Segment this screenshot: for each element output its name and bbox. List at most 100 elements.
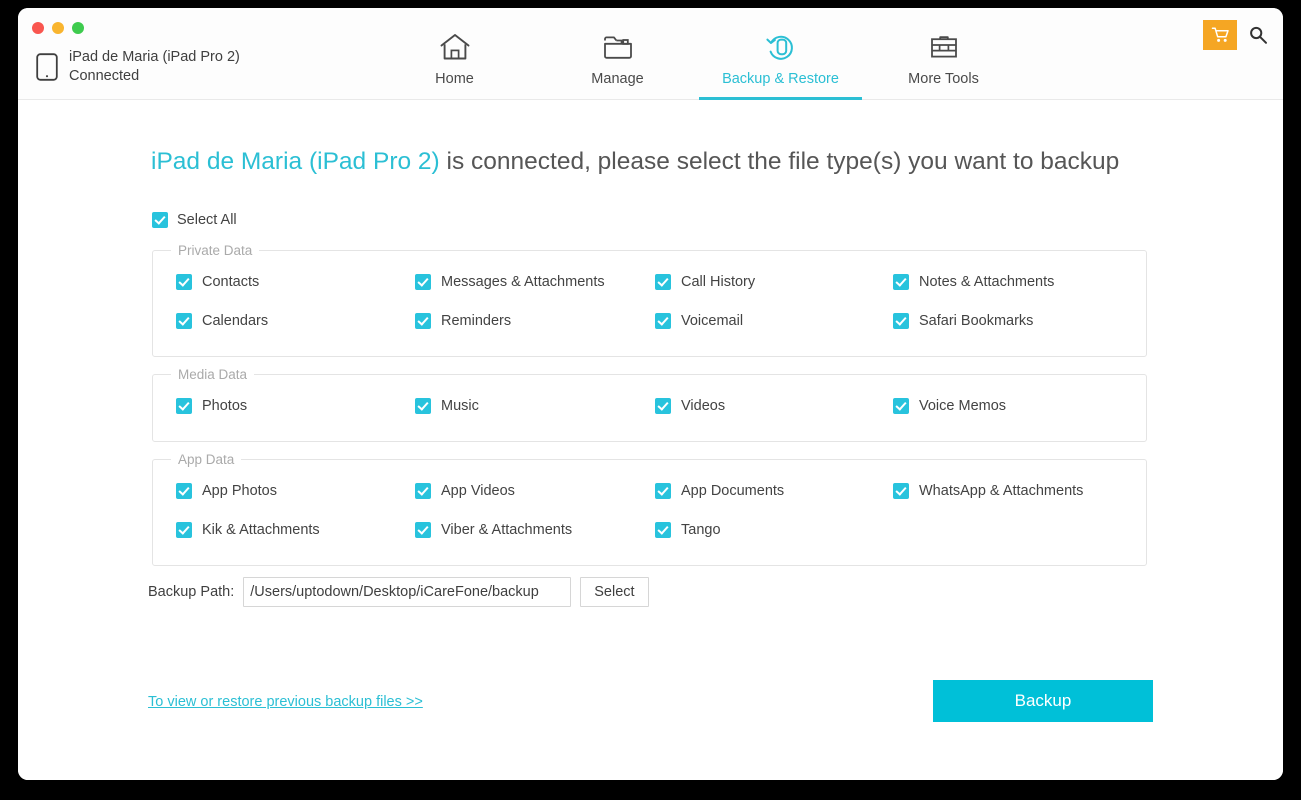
checkbox-item-voice-memos[interactable]: Voice Memos	[893, 386, 1006, 425]
checkbox-item-app-photos[interactable]: App Photos	[176, 471, 277, 510]
tab-more-tools[interactable]: More Tools	[862, 8, 1025, 100]
checkbox-photos[interactable]	[176, 397, 192, 414]
checkbox-label: Calendars	[202, 312, 269, 329]
checkbox-label: Contacts	[202, 273, 260, 290]
checkbox-label: Photos	[202, 397, 248, 414]
search-icon	[1250, 26, 1267, 44]
page-title-rest: is connected, please select the file typ…	[439, 148, 1120, 175]
close-window-button[interactable]	[32, 22, 44, 34]
checkbox-item-music[interactable]: Music	[415, 386, 479, 425]
checkbox-reminders[interactable]	[415, 312, 431, 329]
checkbox-whatsapp[interactable]	[893, 482, 909, 499]
tab-home-label: Home	[435, 71, 474, 87]
checkbox-row: Calendars Reminders Voicemail Safari Boo…	[153, 301, 1146, 340]
checkbox-label: Messages & Attachments	[441, 273, 605, 290]
checkbox-label: Safari Bookmarks	[919, 312, 1034, 329]
checkbox-calendars[interactable]	[176, 312, 192, 329]
checkbox-item-contacts[interactable]: Contacts	[176, 262, 259, 301]
checkbox-row: Photos Music Videos Voice Memos	[153, 386, 1146, 425]
select-all-checkbox[interactable]	[152, 212, 168, 228]
group-media-data-legend: Media Data	[178, 367, 248, 382]
shopping-cart-icon	[1211, 27, 1229, 42]
checkbox-messages[interactable]	[415, 273, 431, 290]
checkbox-app-videos[interactable]	[415, 482, 431, 499]
checkbox-item-tango[interactable]: Tango	[655, 510, 721, 549]
checkbox-item-photos[interactable]: Photos	[176, 386, 247, 425]
tab-backup-restore-label: Backup & Restore	[722, 71, 839, 87]
checkbox-label: Tango	[681, 521, 721, 538]
checkbox-videos[interactable]	[655, 397, 671, 414]
checkbox-item-reminders[interactable]: Reminders	[415, 301, 511, 340]
checkbox-viber[interactable]	[415, 521, 431, 538]
view-restore-previous-backups-link[interactable]: To view or restore previous backup files…	[148, 694, 423, 710]
checkbox-tango[interactable]	[655, 521, 671, 538]
backup-button[interactable]: Backup	[933, 680, 1153, 722]
checkbox-label: Kik & Attachments	[202, 521, 320, 538]
checkbox-kik[interactable]	[176, 521, 192, 538]
checkbox-item-app-videos[interactable]: App Videos	[415, 471, 515, 510]
checkbox-item-notes[interactable]: Notes & Attachments	[893, 262, 1054, 301]
checkbox-label: App Videos	[441, 482, 515, 499]
checkbox-call-history[interactable]	[655, 273, 671, 290]
backup-path-label: Backup Path:	[148, 584, 235, 600]
checkbox-row: Contacts Messages & Attachments Call His…	[153, 262, 1146, 301]
checkbox-app-photos[interactable]	[176, 482, 192, 499]
shopping-cart-button[interactable]	[1203, 20, 1237, 50]
group-app-data-legend: App Data	[178, 452, 235, 467]
backup-path-row: Backup Path: Select	[148, 577, 649, 607]
checkbox-label: Voice Memos	[919, 397, 1007, 414]
device-name: iPad de Maria (iPad Pro 2)	[69, 49, 240, 65]
checkbox-label: Voicemail	[681, 312, 744, 329]
device-info: iPad de Maria (iPad Pro 2) Connected	[36, 48, 240, 86]
checkbox-item-app-documents[interactable]: App Documents	[655, 471, 784, 510]
checkbox-item-whatsapp[interactable]: WhatsApp & Attachments	[893, 471, 1083, 510]
checkbox-label: Music	[441, 397, 479, 414]
checkbox-item-call-history[interactable]: Call History	[655, 262, 755, 301]
checkbox-label: Call History	[681, 273, 756, 290]
maximize-window-button[interactable]	[72, 22, 84, 34]
page-title: iPad de Maria (iPad Pro 2) is connected,…	[151, 148, 1119, 176]
minimize-window-button[interactable]	[52, 22, 64, 34]
checkbox-item-kik[interactable]: Kik & Attachments	[176, 510, 320, 549]
checkbox-item-messages[interactable]: Messages & Attachments	[415, 262, 605, 301]
app-window: iPad de Maria (iPad Pro 2) Connected Hom…	[18, 8, 1283, 780]
checkbox-app-documents[interactable]	[655, 482, 671, 499]
search-button[interactable]	[1245, 21, 1271, 49]
select-path-button[interactable]: Select	[580, 577, 649, 607]
checkbox-label: Notes & Attachments	[919, 273, 1055, 290]
tab-home[interactable]: Home	[373, 8, 536, 100]
checkbox-voicemail[interactable]	[655, 312, 671, 329]
tab-more-tools-label: More Tools	[908, 71, 979, 87]
checkbox-row: App Photos App Videos App Documents What…	[153, 471, 1146, 510]
tab-manage-label: Manage	[591, 71, 644, 87]
folder-icon	[601, 30, 635, 64]
checkbox-music[interactable]	[415, 397, 431, 414]
checkbox-item-videos[interactable]: Videos	[655, 386, 725, 425]
checkbox-item-safari-bookmarks[interactable]: Safari Bookmarks	[893, 301, 1033, 340]
backup-path-input[interactable]	[243, 577, 572, 607]
ipad-icon	[36, 53, 58, 81]
checkbox-label: Videos	[681, 397, 726, 414]
group-media-data: Media Data Photos Music Videos Voice Mem…	[152, 367, 1147, 442]
checkbox-item-viber[interactable]: Viber & Attachments	[415, 510, 572, 549]
tab-backup-restore[interactable]: Backup & Restore	[699, 8, 862, 100]
checkbox-label: Reminders	[441, 312, 512, 329]
tab-manage[interactable]: Manage	[536, 8, 699, 100]
checkbox-voice-memos[interactable]	[893, 397, 909, 414]
main-content: iPad de Maria (iPad Pro 2) is connected,…	[18, 100, 1283, 780]
title-bar: iPad de Maria (iPad Pro 2) Connected Hom…	[18, 8, 1283, 100]
select-all-label: Select All	[177, 212, 237, 228]
checkbox-contacts[interactable]	[176, 273, 192, 290]
checkbox-safari-bookmarks[interactable]	[893, 312, 909, 329]
home-icon	[439, 30, 471, 64]
toolbox-icon	[927, 30, 961, 64]
window-controls	[32, 22, 84, 34]
checkbox-item-calendars[interactable]: Calendars	[176, 301, 268, 340]
checkbox-label: App Documents	[681, 482, 785, 499]
checkbox-notes[interactable]	[893, 273, 909, 290]
group-private-data: Private Data Contacts Messages & Attachm…	[152, 243, 1147, 357]
checkbox-label: WhatsApp & Attachments	[919, 482, 1084, 499]
select-all-row[interactable]: Select All	[152, 212, 237, 228]
checkbox-item-voicemail[interactable]: Voicemail	[655, 301, 743, 340]
checkbox-row: Kik & Attachments Viber & Attachments Ta…	[153, 510, 1146, 549]
